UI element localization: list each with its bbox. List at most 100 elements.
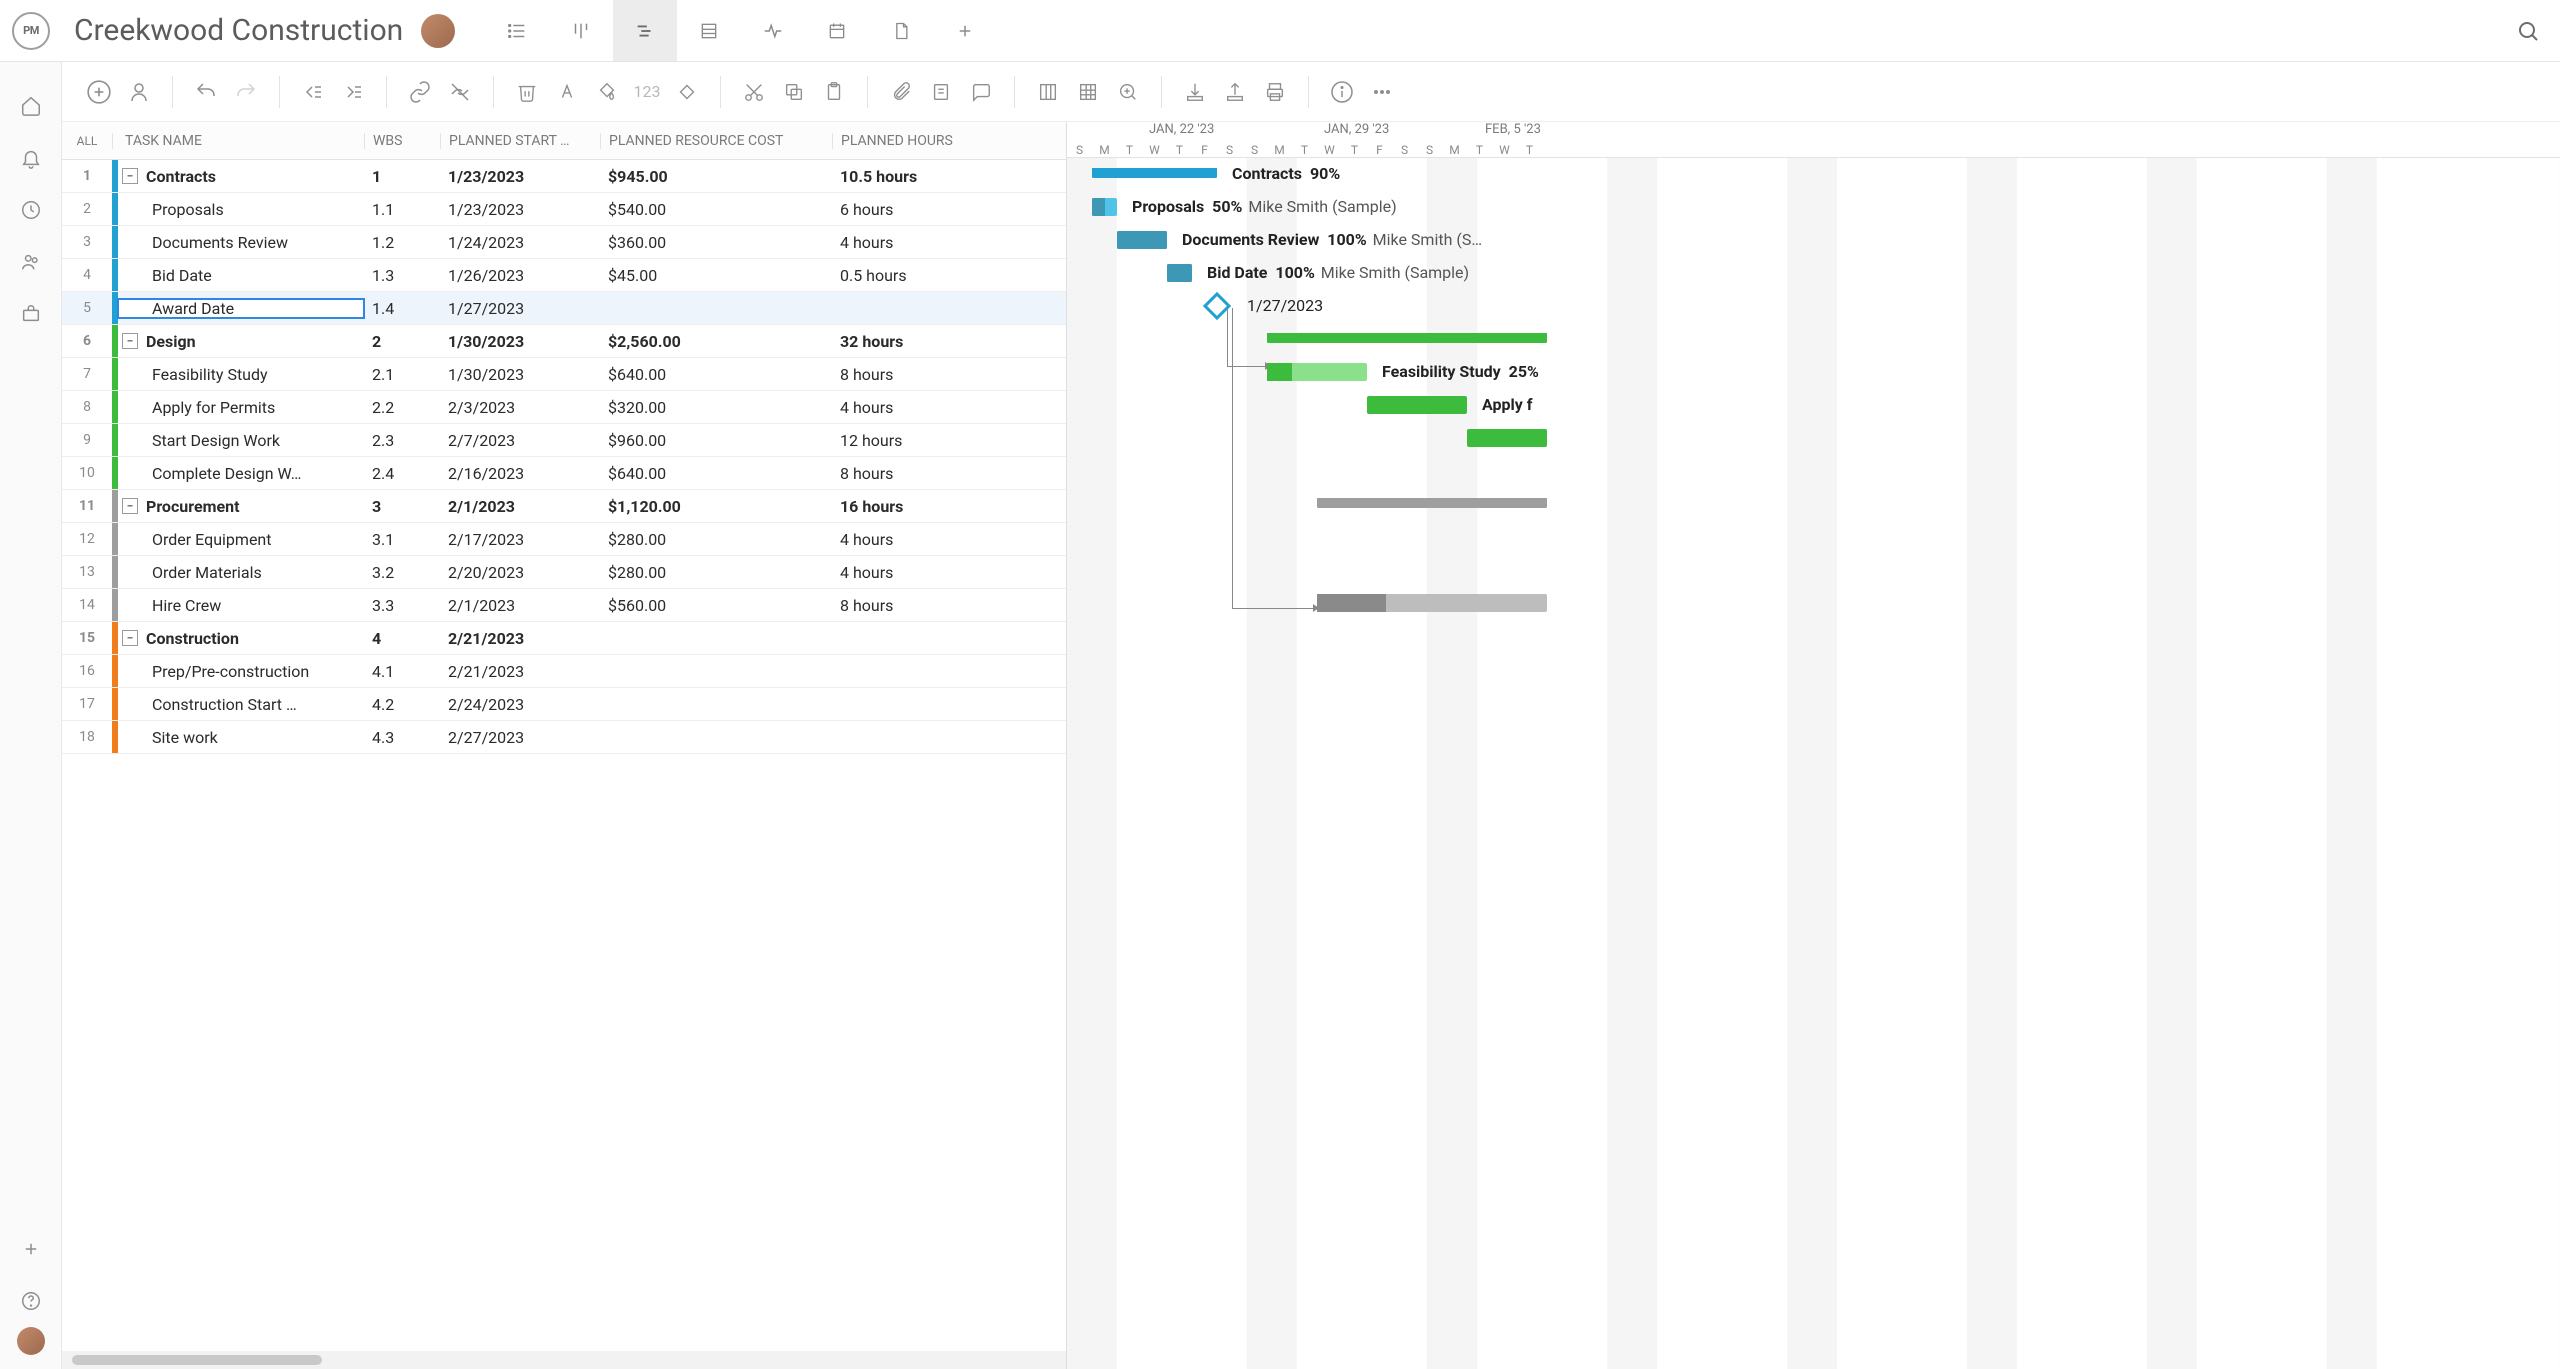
collapse-icon[interactable]: − — [122, 498, 138, 514]
table-row[interactable]: 9Start Design Work2.32/7/2023$960.0012 h… — [62, 424, 1066, 457]
gantt-task-bar[interactable] — [1467, 429, 1547, 447]
cell-planned-start[interactable]: 2/3/2023 — [440, 398, 600, 417]
note-icon[interactable] — [922, 73, 960, 111]
cell-task-name[interactable]: Construction Start … — [118, 695, 364, 714]
col-row-number[interactable]: ALL — [62, 134, 112, 148]
cell-planned-cost[interactable]: $960.00 — [600, 431, 832, 450]
cell-wbs[interactable]: 1.1 — [364, 200, 440, 219]
milestone-icon[interactable] — [668, 73, 706, 111]
gantt-row[interactable] — [1067, 455, 2560, 488]
row-number[interactable]: 10 — [62, 465, 112, 481]
gantt-pane[interactable]: SMTWTFSSMTWTFSSMTWT JAN, 22 '23JAN, 29 '… — [1067, 122, 2560, 1369]
cell-wbs[interactable]: 2.2 — [364, 398, 440, 417]
view-list-icon[interactable] — [485, 0, 549, 61]
row-number[interactable]: 6 — [62, 333, 112, 349]
gantt-row[interactable]: 1/27/2023 — [1067, 290, 2560, 323]
cell-task-name[interactable]: Order Materials — [118, 563, 364, 582]
cell-task-name[interactable]: Feasibility Study — [118, 365, 364, 384]
app-logo[interactable]: PM — [12, 12, 50, 50]
cell-planned-start[interactable]: 2/24/2023 — [440, 695, 600, 714]
nav-user-avatar[interactable] — [17, 1327, 45, 1355]
cell-task-name[interactable]: Order Equipment — [118, 530, 364, 549]
redo-icon[interactable] — [227, 73, 265, 111]
search-icon[interactable] — [2508, 11, 2548, 51]
view-activity-icon[interactable] — [741, 0, 805, 61]
cell-task-name[interactable]: Documents Review — [118, 233, 364, 252]
add-task-icon[interactable] — [80, 73, 118, 111]
cell-planned-cost[interactable]: $560.00 — [600, 596, 832, 615]
gantt-row[interactable] — [1067, 422, 2560, 455]
cell-planned-start[interactable]: 1/27/2023 — [440, 299, 600, 318]
cell-task-name[interactable]: Proposals — [118, 200, 364, 219]
paste-icon[interactable] — [815, 73, 853, 111]
cell-wbs[interactable]: 1 — [364, 167, 440, 186]
gantt-row[interactable]: Bid Date 100%Mike Smith (Sample) — [1067, 257, 2560, 290]
cell-planned-start[interactable]: 2/21/2023 — [440, 662, 600, 681]
copy-icon[interactable] — [775, 73, 813, 111]
cell-planned-hours[interactable]: 8 hours — [832, 464, 1066, 483]
table-row[interactable]: 18Site work4.32/27/2023 — [62, 721, 1066, 754]
gantt-row[interactable] — [1067, 686, 2560, 719]
view-add-icon[interactable] — [933, 0, 997, 61]
row-number[interactable]: 7 — [62, 366, 112, 382]
delete-icon[interactable] — [508, 73, 546, 111]
row-number[interactable]: 4 — [62, 267, 112, 283]
cell-task-name[interactable]: Hire Crew — [118, 596, 364, 615]
table-row[interactable]: 6−Design21/30/2023$2,560.0032 hours — [62, 325, 1066, 358]
row-number[interactable]: 18 — [62, 729, 112, 745]
add-user-icon[interactable] — [120, 73, 158, 111]
cell-planned-hours[interactable]: 4 hours — [832, 530, 1066, 549]
cell-planned-start[interactable]: 2/7/2023 — [440, 431, 600, 450]
gantt-row[interactable] — [1067, 323, 2560, 356]
cell-planned-start[interactable]: 1/23/2023 — [440, 167, 600, 186]
cell-wbs[interactable]: 4.3 — [364, 728, 440, 747]
cell-planned-start[interactable]: 2/21/2023 — [440, 629, 600, 648]
gantt-row[interactable]: Contracts 90% — [1067, 158, 2560, 191]
project-avatar[interactable] — [421, 14, 455, 48]
cell-planned-start[interactable]: 2/27/2023 — [440, 728, 600, 747]
nav-home-icon[interactable] — [0, 80, 61, 132]
cell-planned-hours[interactable]: 4 hours — [832, 398, 1066, 417]
table-row[interactable]: 2Proposals1.11/23/2023$540.006 hours — [62, 193, 1066, 226]
row-number[interactable]: 17 — [62, 696, 112, 712]
nav-help-icon[interactable] — [0, 1275, 61, 1327]
cell-wbs[interactable]: 4 — [364, 629, 440, 648]
cell-planned-start[interactable]: 1/30/2023 — [440, 365, 600, 384]
gantt-task-bar[interactable] — [1267, 363, 1367, 381]
gantt-task-bar[interactable] — [1167, 264, 1192, 282]
cell-planned-hours[interactable]: 6 hours — [832, 200, 1066, 219]
table-row[interactable]: 11−Procurement32/1/2023$1,120.0016 hours — [62, 490, 1066, 523]
row-number[interactable]: 15 — [62, 630, 112, 646]
collapse-icon[interactable]: − — [122, 168, 138, 184]
table-row[interactable]: 14Hire Crew3.32/1/2023$560.008 hours — [62, 589, 1066, 622]
cell-task-name[interactable]: Bid Date — [118, 266, 364, 285]
cell-task-name[interactable]: Prep/Pre-construction — [118, 662, 364, 681]
cell-task-name[interactable]: −Contracts — [118, 167, 364, 186]
collapse-icon[interactable]: − — [122, 630, 138, 646]
row-number[interactable]: 2 — [62, 201, 112, 217]
gantt-row[interactable]: Apply f — [1067, 389, 2560, 422]
cell-task-name[interactable]: −Design — [118, 332, 364, 351]
table-row[interactable]: 8Apply for Permits2.22/3/2023$320.004 ho… — [62, 391, 1066, 424]
cell-planned-start[interactable]: 1/26/2023 — [440, 266, 600, 285]
view-gantt-icon[interactable] — [613, 0, 677, 61]
cell-planned-start[interactable]: 1/23/2023 — [440, 200, 600, 219]
gantt-row[interactable] — [1067, 653, 2560, 686]
table-row[interactable]: 5Award Date1.41/27/2023 — [62, 292, 1066, 325]
cell-planned-hours[interactable]: 8 hours — [832, 596, 1066, 615]
table-row[interactable]: 4Bid Date1.31/26/2023$45.000.5 hours — [62, 259, 1066, 292]
cell-planned-hours[interactable]: 4 hours — [832, 233, 1066, 252]
nav-portfolio-icon[interactable] — [0, 288, 61, 340]
gantt-row[interactable]: Feasibility Study 25% — [1067, 356, 2560, 389]
grid-icon[interactable] — [1069, 73, 1107, 111]
row-number[interactable]: 16 — [62, 663, 112, 679]
gantt-row[interactable] — [1067, 521, 2560, 554]
cell-planned-start[interactable]: 2/20/2023 — [440, 563, 600, 582]
cell-planned-cost[interactable]: $945.00 — [600, 167, 832, 186]
cell-task-name[interactable]: Start Design Work — [118, 431, 364, 450]
cell-wbs[interactable]: 3.3 — [364, 596, 440, 615]
info-icon[interactable] — [1323, 73, 1361, 111]
gantt-row[interactable] — [1067, 587, 2560, 620]
gantt-row[interactable] — [1067, 554, 2560, 587]
print-icon[interactable] — [1256, 73, 1294, 111]
